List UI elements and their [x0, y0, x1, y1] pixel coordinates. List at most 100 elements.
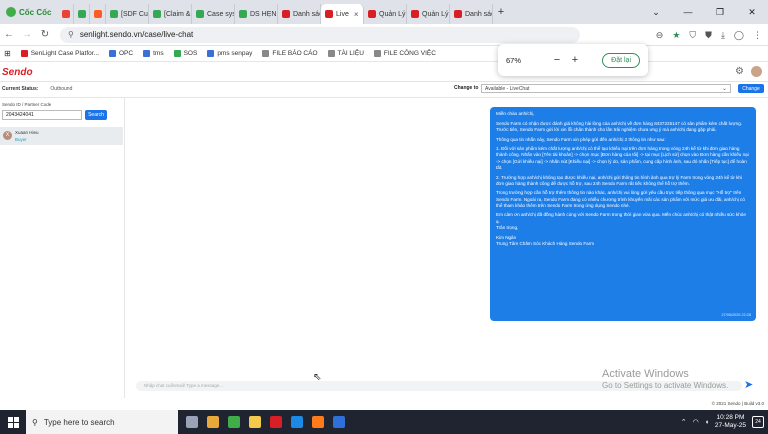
- bookmark-item[interactable]: SenLight Case Platfor...: [20, 50, 99, 57]
- windows-start-icon[interactable]: [0, 410, 26, 434]
- forward-icon[interactable]: →: [18, 29, 36, 40]
- search-input[interactable]: 2043424041: [2, 110, 82, 120]
- conversation-name: Xuaan Hieu: [15, 130, 39, 135]
- browser-tab[interactable]: Case syst: [192, 4, 235, 24]
- user-avatar[interactable]: [751, 66, 762, 77]
- bookmarks-bar: ⊞ SenLight Case Platfor... OPC tms SOS pms s…: [0, 46, 768, 62]
- download-icon[interactable]: ⤓: [721, 30, 725, 41]
- send-icon[interactable]: ➤: [744, 378, 753, 391]
- taskbar-app-icon[interactable]: [186, 416, 198, 428]
- bookmark-icon: [262, 50, 270, 57]
- taskbar-search[interactable]: ⚲ Type here to search: [26, 410, 178, 434]
- tab-search-icon[interactable]: ⌄: [640, 7, 672, 18]
- message-paragraph: Trong trường hợp cần hỗ trợ thêm thông t…: [496, 190, 745, 208]
- message-paragraph: 2. Trường hợp anh/chị không tạo được khi…: [496, 174, 743, 186]
- minimize-button[interactable]: —: [672, 7, 704, 17]
- activate-windows-watermark: Activate Windows Go to Settings to activ…: [602, 368, 729, 390]
- zoom-icon[interactable]: ⊖: [656, 30, 664, 41]
- system-tray: ⌃ ◠ ◖ 10:28 PM 27-May-25 24: [681, 410, 764, 434]
- browser-tab[interactable]: Danh sác: [450, 4, 493, 24]
- chat-message-bubble: Miền chào anh/chị, Sendo Farm có nhận đượ…: [490, 107, 756, 321]
- coccoc-logo-icon: [6, 7, 16, 17]
- bookmark-item[interactable]: OPC: [109, 50, 133, 57]
- bookmark-icon: [109, 50, 116, 57]
- taskbar-app-icon[interactable]: [333, 416, 345, 428]
- notification-icon[interactable]: 24: [752, 416, 764, 428]
- back-icon[interactable]: ←: [0, 29, 18, 40]
- network-icon[interactable]: ◠: [693, 418, 699, 426]
- zoom-in-button[interactable]: +: [566, 54, 584, 66]
- bookmark-star-icon[interactable]: ★: [672, 30, 680, 41]
- bookmark-icon: [20, 50, 28, 57]
- browser-tab[interactable]: [Claim &: [149, 4, 192, 24]
- bookmark-item[interactable]: FILE BÁO CÁO: [262, 50, 318, 57]
- new-tab-button[interactable]: +: [493, 6, 509, 18]
- browser-tab[interactable]: [58, 4, 74, 24]
- conversation-item[interactable]: X Xuaan Hieu Buyer: [0, 127, 123, 145]
- taskbar-app-icon[interactable]: [270, 416, 282, 428]
- window-controls: ⌄ — ❐ ✕: [640, 0, 768, 24]
- message-paragraph: 1. Đối với sản phẩm kém chất lượng anh/c…: [496, 146, 749, 170]
- change-status-button[interactable]: Change: [738, 84, 764, 93]
- bookmark-icon: [373, 50, 381, 57]
- tab-favicon-icon: [78, 10, 86, 18]
- taskbar-app-icon[interactable]: [249, 416, 261, 428]
- message-paragraph: Em cảm ơn anh/chị đã đồng hành cùng với …: [496, 212, 746, 230]
- message-body: Miền chào anh/chị, Sendo Farm có nhận đượ…: [496, 111, 750, 247]
- gear-icon[interactable]: ⚙: [735, 66, 744, 77]
- message-timestamp: 27/05/2025 22:28: [721, 312, 751, 317]
- bookmark-item[interactable]: SOS: [173, 50, 197, 57]
- browser-tab[interactable]: Live ×: [321, 4, 364, 24]
- conversation-status: Buyer: [15, 137, 27, 142]
- taskbar-app-icon[interactable]: [228, 416, 240, 428]
- taskbar-app-icon[interactable]: [312, 416, 324, 428]
- zoom-reset-button[interactable]: Đặt lại: [602, 52, 640, 68]
- extension-icon[interactable]: ⛉: [689, 30, 696, 41]
- browser-tab[interactable]: [SDF Cus: [106, 4, 149, 24]
- status-select[interactable]: Available - LiveChat ⌄: [481, 84, 731, 93]
- bookmark-icon: [327, 50, 335, 57]
- browser-tab[interactable]: [74, 4, 90, 24]
- menu-icon[interactable]: ⋮: [753, 30, 762, 41]
- close-window-button[interactable]: ✕: [736, 7, 768, 18]
- browser-tab[interactable]: DS HẸN: [235, 4, 278, 24]
- zoom-out-button[interactable]: −: [548, 54, 566, 66]
- profile-icon[interactable]: ◯: [734, 30, 744, 41]
- bookmark-item[interactable]: tms: [143, 50, 164, 57]
- browser-brand[interactable]: Cốc Cốc: [0, 7, 58, 17]
- bookmark-item[interactable]: TÀI LIỆU: [327, 50, 364, 57]
- tray-chevron-icon[interactable]: ⌃: [681, 418, 687, 426]
- taskbar-app-icon[interactable]: [207, 416, 219, 428]
- browser-tab[interactable]: [90, 4, 106, 24]
- site-info-icon[interactable]: ⚲: [68, 30, 74, 39]
- tab-list: [SDF Cus [Claim & Case syst DS HẸN Danh sác L…: [58, 0, 493, 24]
- tab-favicon-icon: [368, 10, 376, 18]
- windows-taskbar: ⚲ Type here to search ⌃ ◠ ◖ 10:28 PM 27-M…: [0, 410, 768, 434]
- volume-icon[interactable]: ◖: [705, 419, 709, 426]
- search-button[interactable]: Search: [85, 110, 107, 120]
- bookmark-item[interactable]: FILE CÔNG VIỆC: [373, 50, 436, 57]
- browser-tab[interactable]: Quản Lý: [364, 4, 407, 24]
- close-tab-icon[interactable]: ×: [354, 10, 359, 19]
- sendo-logo[interactable]: Sendo: [2, 67, 33, 78]
- shield-icon[interactable]: ⛊: [705, 30, 712, 41]
- bookmark-item[interactable]: pms senpay: [207, 50, 252, 57]
- pane-divider: [124, 98, 125, 398]
- apps-grid-icon[interactable]: ⊞: [4, 49, 11, 58]
- zoom-level: 67%: [506, 55, 522, 65]
- search-icon: ⚲: [32, 417, 38, 427]
- mouse-cursor-icon: ⇖: [313, 372, 322, 383]
- maximize-button[interactable]: ❐: [704, 7, 736, 18]
- tab-favicon-icon: [110, 10, 118, 18]
- partner-code-label: Sendo ID / Partner Code: [2, 102, 52, 107]
- url-field[interactable]: ⚲ senlight.sendo.vn/case/live-chat: [60, 26, 580, 43]
- taskbar-app-icon[interactable]: [291, 416, 303, 428]
- message-paragraph: Sendo Farm có nhận được đánh giá không h…: [496, 120, 743, 132]
- reload-icon[interactable]: ↻: [36, 29, 54, 40]
- browser-tab[interactable]: Quản Lý: [407, 4, 450, 24]
- taskbar-clock[interactable]: 10:28 PM 27-May-25: [715, 414, 746, 430]
- chevron-down-icon: ⌄: [721, 86, 727, 92]
- message-paragraph: Kim Ngân Trung Tâm Chăm Sóc Khách Hàng S…: [496, 234, 595, 246]
- browser-tab[interactable]: Danh sác: [278, 4, 321, 24]
- tab-favicon-icon: [196, 10, 204, 18]
